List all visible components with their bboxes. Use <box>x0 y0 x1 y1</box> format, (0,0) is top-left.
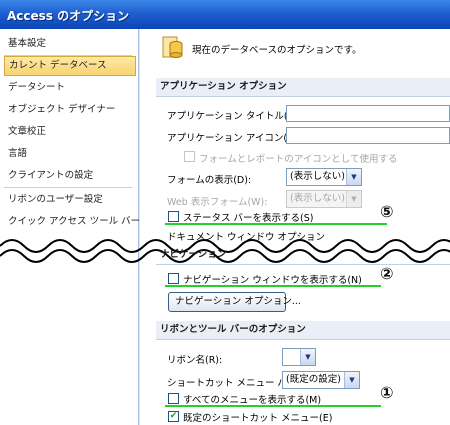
section-application-options: アプリケーション オプション <box>156 78 450 97</box>
status-bar-label: ステータス バーを表示する(S) <box>183 213 314 224</box>
database-icon <box>162 36 183 58</box>
show-navigation-checkbox[interactable] <box>168 273 179 284</box>
window-title: Access のオプション <box>7 9 130 23</box>
form-display-value: (表示しない) <box>290 171 345 182</box>
highlight-underline <box>165 285 381 287</box>
nav-item-current-database[interactable]: カレント データベース <box>4 56 136 76</box>
highlight-underline <box>165 223 387 225</box>
chevron-down-icon[interactable]: ▼ <box>344 372 359 388</box>
status-bar-checkbox[interactable] <box>168 211 179 222</box>
ribbon-name-select[interactable]: ▼ <box>282 348 316 366</box>
navigation-options-button[interactable]: ナビゲーション オプション... <box>168 292 301 312</box>
nav-item-datasheet[interactable]: データシート <box>4 78 134 98</box>
chevron-down-icon[interactable]: ▼ <box>300 349 315 365</box>
chevron-down-icon[interactable]: ▼ <box>346 169 361 185</box>
nav-item-language[interactable]: 言語 <box>4 144 134 164</box>
nav-item-general[interactable]: 基本設定 <box>4 34 134 54</box>
ribbon-name-label: リボン名(R): <box>167 355 223 366</box>
web-form-select[interactable]: (表示しない) ▼ <box>286 190 362 208</box>
web-form-value: (表示しない) <box>290 193 345 204</box>
nav-divider <box>4 187 132 188</box>
default-shortcut-label: 既定のショートカット メニュー(E) <box>183 413 333 424</box>
form-report-icon-checkbox[interactable] <box>184 151 195 162</box>
annotation-mark-2: ② <box>380 264 394 283</box>
web-form-label: Web 表示フォーム(W): <box>167 197 268 208</box>
highlight-underline <box>165 405 381 407</box>
shortcut-menu-bar-select[interactable]: (既定の設定) ▼ <box>282 371 360 389</box>
annotation-mark-1: ① <box>380 383 394 402</box>
checkmark-icon: ✔ <box>169 411 178 421</box>
form-display-select[interactable]: (表示しない) ▼ <box>286 168 362 186</box>
all-menus-checkbox[interactable] <box>168 393 179 404</box>
default-shortcut-checkbox[interactable]: ✔ <box>168 411 179 422</box>
shortcut-menu-bar-label: ショートカット メニュー バー: <box>167 378 300 389</box>
form-display-label: フォームの表示(D): <box>167 175 252 186</box>
form-report-icon-label: フォームとレポートのアイコンとして使用する <box>199 154 398 165</box>
panel-header-text: 現在のデータベースのオプションです。 <box>192 45 362 56</box>
app-title-label: アプリケーション タイトル(T): <box>167 111 301 122</box>
annotation-mark-5: ⑤ <box>380 202 394 221</box>
nav-item-customize-ribbon[interactable]: リボンのユーザー設定 <box>4 190 134 210</box>
all-menus-label: すべてのメニューを表示する(M) <box>183 395 322 406</box>
nav-item-quick-access-toolbar[interactable]: クイック アクセス ツール バー <box>4 212 140 232</box>
title-bar: Access のオプション <box>0 0 450 29</box>
app-icon-input[interactable] <box>286 127 450 144</box>
section-navigation: ナビゲーション <box>156 246 450 265</box>
app-icon-label: アプリケーション アイコン(I): <box>167 133 297 144</box>
shortcut-menu-bar-value: (既定の設定) <box>286 374 341 385</box>
app-title-input[interactable] <box>286 105 450 122</box>
show-navigation-label: ナビゲーション ウィンドウを表示する(N) <box>183 275 362 286</box>
nav-item-proofing[interactable]: 文章校正 <box>4 122 134 142</box>
section-ribbon-toolbar-options: リボンとツール バーのオプション <box>156 321 450 340</box>
options-nav: 基本設定 カレント データベース データシート オブジェクト デザイナー 文章校… <box>0 29 140 425</box>
nav-item-client-settings[interactable]: クライアントの設定 <box>4 166 134 186</box>
chevron-down-icon[interactable]: ▼ <box>346 191 361 207</box>
nav-item-object-designers[interactable]: オブジェクト デザイナー <box>4 100 134 120</box>
